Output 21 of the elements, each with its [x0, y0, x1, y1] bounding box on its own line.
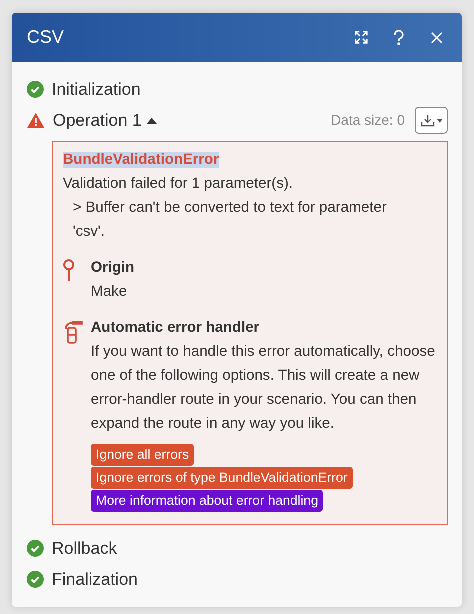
section-heading: Origin [91, 259, 135, 278]
stage-name: Rollback [52, 538, 118, 560]
error-detail: > Buffer can't be converted to text for parameter 'csv'. [72, 199, 388, 242]
section-text: If you want to handle this error automatically, choose one of the following options. This will create a new error-handler route in your scenario. You can then expand the route in any way you like. [91, 343, 436, 434]
stage-name: Finalization [52, 568, 138, 591]
error-title: BundleValidationError [63, 152, 220, 168]
section-text: Make [91, 283, 128, 302]
fire-extinguisher-icon [63, 319, 83, 345]
ignore-button[interactable]: Ignore errors of type BundleValidationError [91, 467, 353, 489]
caret-icon [436, 118, 442, 122]
caret-icon[interactable] [146, 118, 157, 124]
ignore-button[interactable]: Ignore all errors [91, 444, 194, 466]
info-button[interactable]: More information about error handling [91, 490, 324, 512]
error-message: Validation failed for 1 parameter(s). [63, 175, 294, 194]
download-dropdown[interactable] [415, 107, 448, 134]
data-size-label: Data size: 0 [331, 111, 405, 130]
section-heading: Automatic error handler [91, 319, 261, 338]
download-icon [420, 114, 434, 127]
stage-name: Operation 1 [53, 110, 142, 132]
window-title: CSV [27, 26, 66, 49]
stage-name: Initialization [52, 78, 141, 101]
